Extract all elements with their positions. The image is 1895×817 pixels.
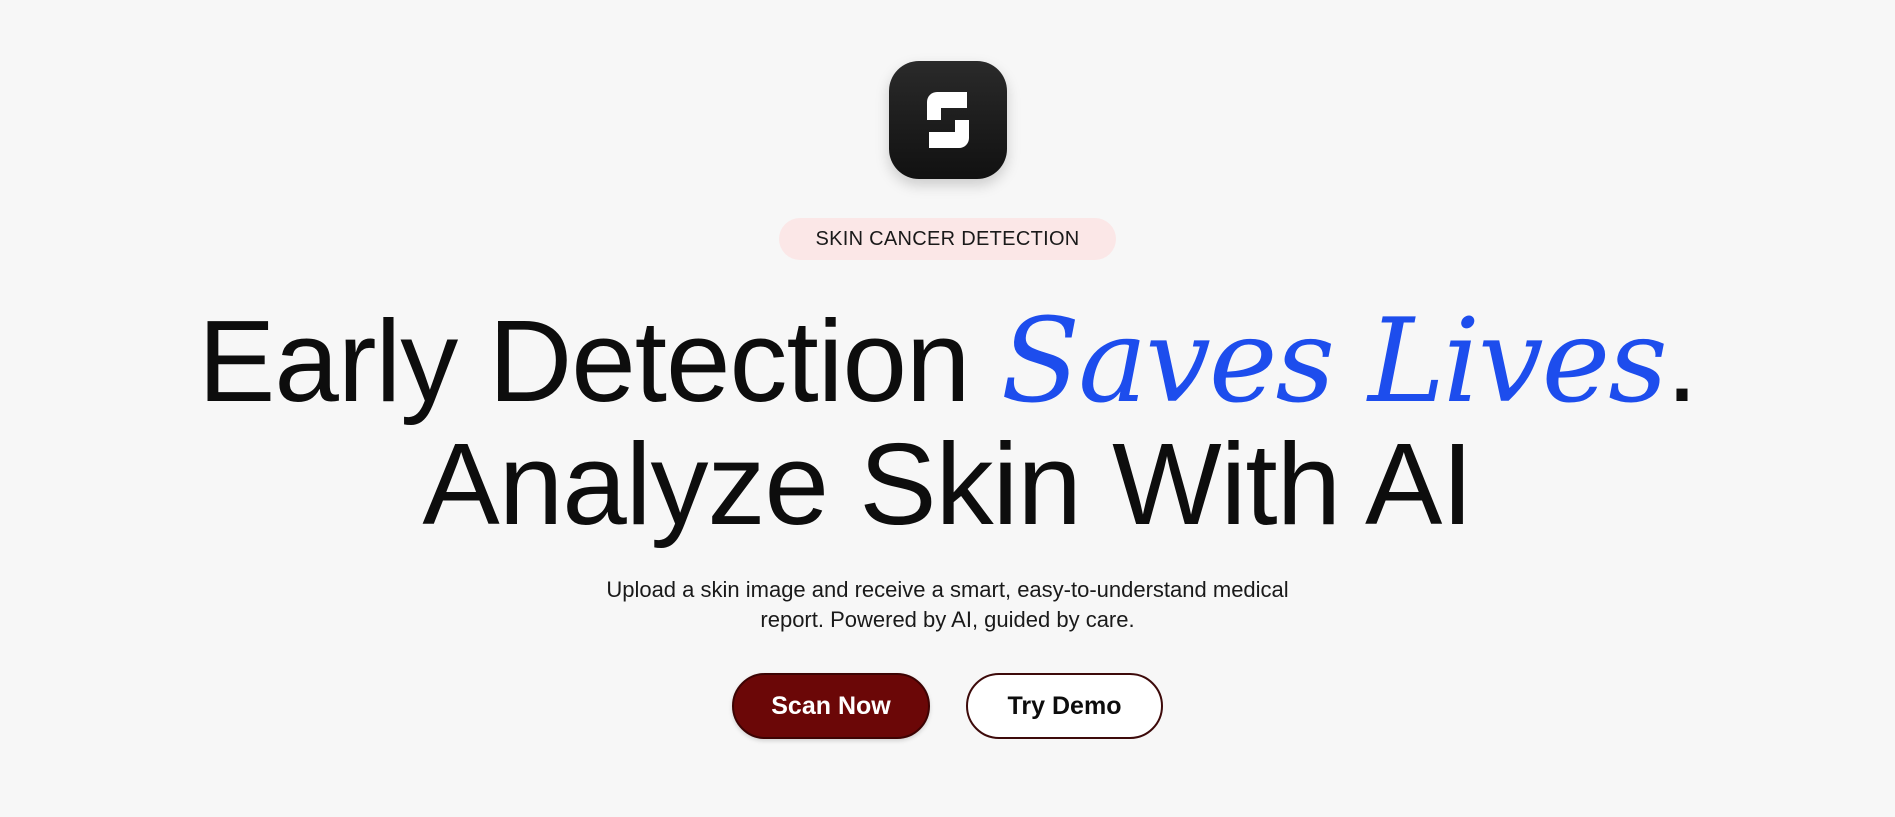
hero-subtitle: Upload a skin image and receive a smart,… — [568, 575, 1328, 635]
scan-now-button[interactable]: Scan Now — [732, 673, 930, 739]
headline-text-prefix: Early Detection — [197, 296, 1001, 426]
cta-group: Scan Now Try Demo — [732, 673, 1163, 739]
subtitle-line-2: report. Powered by AI, guided by care. — [760, 607, 1135, 632]
headline-period: . — [1665, 296, 1698, 426]
app-logo — [888, 61, 1007, 179]
hero-section: SKIN CANCER DETECTION Early Detection Sa… — [0, 0, 1895, 817]
hero-headline: Early Detection Saves Lives. Analyze Ski… — [198, 300, 1698, 549]
category-badge: SKIN CANCER DETECTION — [779, 218, 1116, 260]
headline-line-2: Analyze Skin With AI — [422, 419, 1473, 549]
try-demo-button[interactable]: Try Demo — [966, 673, 1163, 739]
headline-line-1: Early Detection Saves Lives. — [198, 300, 1698, 423]
s-logo-icon — [926, 92, 969, 148]
headline-accent-text: Saves Lives — [1000, 294, 1668, 429]
subtitle-line-1: Upload a skin image and receive a smart,… — [606, 577, 1289, 602]
